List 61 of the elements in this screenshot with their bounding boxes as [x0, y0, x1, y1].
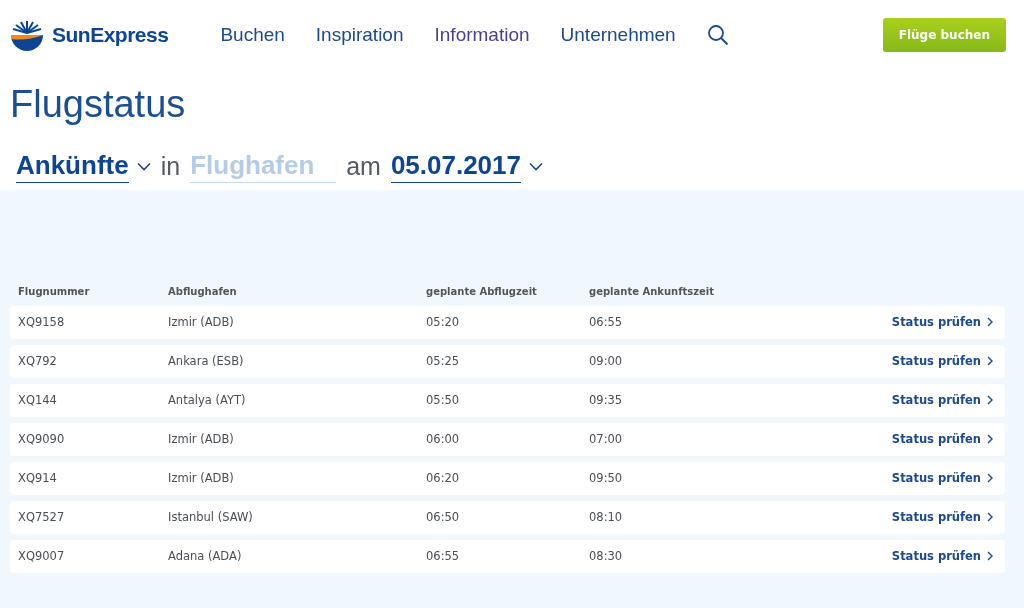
table-cell-text: Izmir (ADB) [168, 430, 235, 448]
nav-link[interactable]: Buchen [220, 20, 285, 50]
status-link[interactable]: Status prüfen [891, 469, 993, 487]
table-cell-text: XQ9158 [18, 313, 66, 331]
table-cell-text: Izmir (ADB) [168, 313, 235, 331]
nav-link[interactable]: Inspiration [315, 20, 404, 50]
table-cell-text: 09:35 [589, 391, 624, 409]
status-link[interactable]: Status prüfen [891, 352, 993, 370]
brand-name[interactable]: SunExpress [52, 19, 169, 51]
nav-link[interactable]: Unternehmen [560, 20, 676, 50]
status-link[interactable]: Status prüfen [891, 313, 993, 331]
table-cell-text: 07:00 [589, 430, 624, 448]
table-cell-text: 06:50 [426, 508, 461, 526]
table-cell-text: XQ914 [18, 469, 58, 487]
table-cell-text: 08:10 [589, 508, 624, 526]
table-cell-text: 06:55 [589, 313, 624, 331]
chevron-right-icon [987, 473, 993, 484]
table-cell-text: 09:50 [589, 469, 624, 487]
filter-word: in [160, 151, 181, 183]
sun-logo-icon[interactable] [10, 18, 44, 52]
table-cell-text: XQ144 [18, 391, 58, 409]
table-cell-text: Istanbul (SAW) [168, 508, 254, 526]
column-header: Abflughafen [168, 285, 238, 300]
status-link[interactable]: Status prüfen [891, 430, 993, 448]
chevron-right-icon [987, 317, 993, 328]
table-cell-text: Antalya (AYT) [168, 391, 247, 409]
table-cell-text: 05:50 [426, 391, 461, 409]
chevron-right-icon [987, 356, 993, 367]
table-cell-text: 08:30 [589, 547, 624, 565]
status-link[interactable]: Status prüfen [891, 547, 993, 565]
column-header: Flugnummer [18, 285, 91, 300]
table-cell-text: XQ7527 [18, 508, 66, 526]
status-link[interactable]: Status prüfen [891, 391, 993, 409]
nav-link[interactable]: Information [434, 20, 530, 50]
status-link[interactable]: Status prüfen [891, 508, 993, 526]
chevron-down-icon [529, 162, 543, 172]
table-cell-text: Izmir (ADB) [168, 469, 235, 487]
page-title: Flugstatus [10, 84, 187, 126]
table-cell-text: 09:00 [589, 352, 624, 370]
table-cell-text: 06:00 [426, 430, 461, 448]
filter-word: am [346, 151, 381, 183]
table-cell-text: XQ792 [18, 352, 58, 370]
table-cell-text: Adana (ADA) [168, 547, 243, 565]
column-header: geplante Abflugzeit [426, 285, 538, 300]
table-cell-text: 06:20 [426, 469, 461, 487]
filter-dropdown[interactable]: Ankünfte [16, 151, 129, 183]
table-cell-text: Ankara (ESB) [168, 352, 245, 370]
chevron-right-icon [987, 512, 993, 523]
table-cell-text: 06:55 [426, 547, 461, 565]
table-cell-text: 05:25 [426, 352, 461, 370]
search-icon[interactable] [706, 24, 729, 46]
chevron-right-icon [987, 395, 993, 406]
column-header: geplante Ankunftszeit [589, 285, 716, 300]
table-cell-text: XQ9007 [18, 547, 66, 565]
chevron-down-icon [136, 162, 151, 172]
table-cell-text: XQ9090 [18, 430, 66, 448]
airport-input-field[interactable]: Flughafen [190, 151, 337, 183]
table-cell-text: 05:20 [426, 313, 461, 331]
chevron-right-icon [987, 434, 993, 445]
filter-dropdown[interactable]: 05.07.2017 [390, 151, 521, 183]
chevron-right-icon [987, 551, 993, 562]
